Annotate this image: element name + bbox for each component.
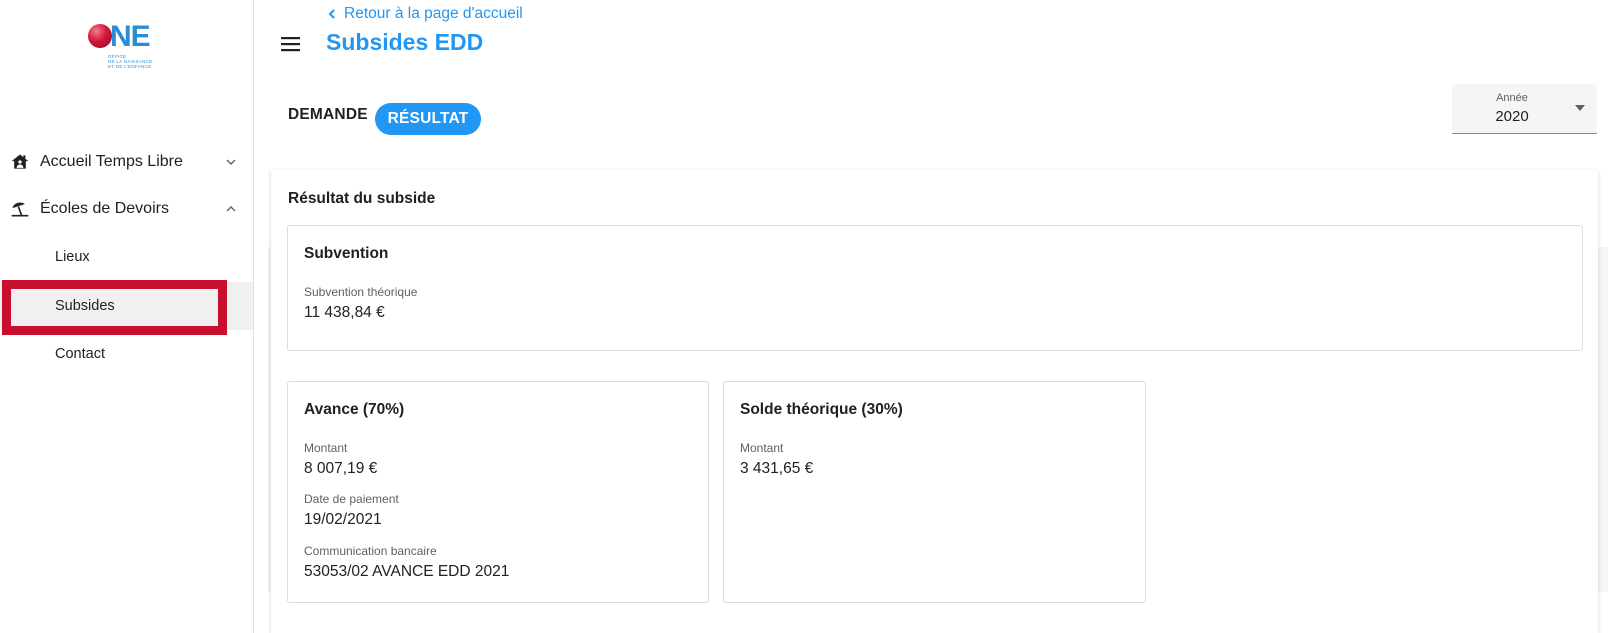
sidebar-subitem-subsides[interactable]: Subsides (0, 282, 253, 330)
year-select-value: 2020 (1495, 108, 1529, 125)
hamburger-menu-icon[interactable] (280, 34, 302, 54)
sidebar-subitem-label: Subsides (55, 298, 115, 314)
subvention-title: Subvention (304, 245, 389, 262)
field-label: Montant (740, 441, 784, 455)
field-label: Date de paiement (304, 492, 399, 506)
tab-demande[interactable]: DEMANDE (288, 106, 368, 124)
year-select[interactable]: Année 2020 (1452, 84, 1597, 134)
year-select-label: Année (1496, 92, 1528, 104)
field-value: 19/02/2021 (304, 511, 382, 528)
logo-ball (88, 24, 112, 48)
field-value: 8 007,19 € (304, 460, 378, 477)
logo-sub-line: ET DE L'ENFANCE (108, 64, 152, 69)
sidebar-subitem-contact[interactable]: Contact (0, 330, 253, 378)
chevron-down-icon[interactable] (223, 154, 239, 170)
solde-box: Solde théorique (30%) Montant 3 431,65 € (723, 381, 1146, 603)
solde-title: Solde théorique (30%) (740, 401, 903, 418)
field-label: Communication bancaire (304, 544, 437, 558)
dropdown-arrow-icon (1575, 105, 1585, 111)
sidebar-subitem-lieux[interactable]: Lieux (0, 233, 253, 281)
chevron-left-icon (328, 9, 335, 19)
umbrella-beach-icon (11, 202, 29, 217)
field-value: 3 431,65 € (740, 460, 814, 477)
field-value: 11 438,84 € (304, 304, 385, 321)
sidebar: NE OFFICE DE LA NAISSANCE ET DE L'ENFANC… (0, 0, 254, 633)
field-label: Montant (304, 441, 348, 455)
sidebar-item-ecoles-de-devoirs[interactable]: Écoles de Devoirs (0, 186, 253, 232)
logo-subtitle: OFFICE DE LA NAISSANCE ET DE L'ENFANCE (108, 54, 153, 69)
sidebar-subitem-label: Contact (55, 346, 105, 362)
page-title: Subsides EDD (326, 29, 484, 55)
result-heading: Résultat du subside (288, 190, 436, 207)
sidebar-item-label: Écoles de Devoirs (40, 200, 169, 217)
back-to-home-link[interactable]: Retour à la page d'accueil (326, 5, 523, 23)
subvention-box: Subvention Subvention théorique 11 438,8… (287, 225, 1583, 351)
sidebar-item-label: Accueil Temps Libre (40, 153, 183, 170)
avance-box: Avance (70%) Montant 8 007,19 € Date de … (287, 381, 709, 603)
home-person-icon (11, 154, 29, 169)
back-link-label: Retour à la page d'accueil (344, 5, 523, 22)
field-value: 53053/02 AVANCE EDD 2021 (304, 563, 510, 580)
tab-resultat[interactable]: RÉSULTAT (375, 103, 481, 135)
sidebar-item-accueil-temps-libre[interactable]: Accueil Temps Libre (0, 139, 253, 185)
one-logo[interactable]: NE OFFICE DE LA NAISSANCE ET DE L'ENFANC… (86, 20, 166, 70)
chevron-up-icon[interactable] (223, 201, 239, 217)
field-label: Subvention théorique (304, 285, 418, 299)
sidebar-subitem-label: Lieux (55, 249, 90, 265)
logo-text: NE (110, 20, 151, 53)
avance-title: Avance (70%) (304, 401, 405, 418)
